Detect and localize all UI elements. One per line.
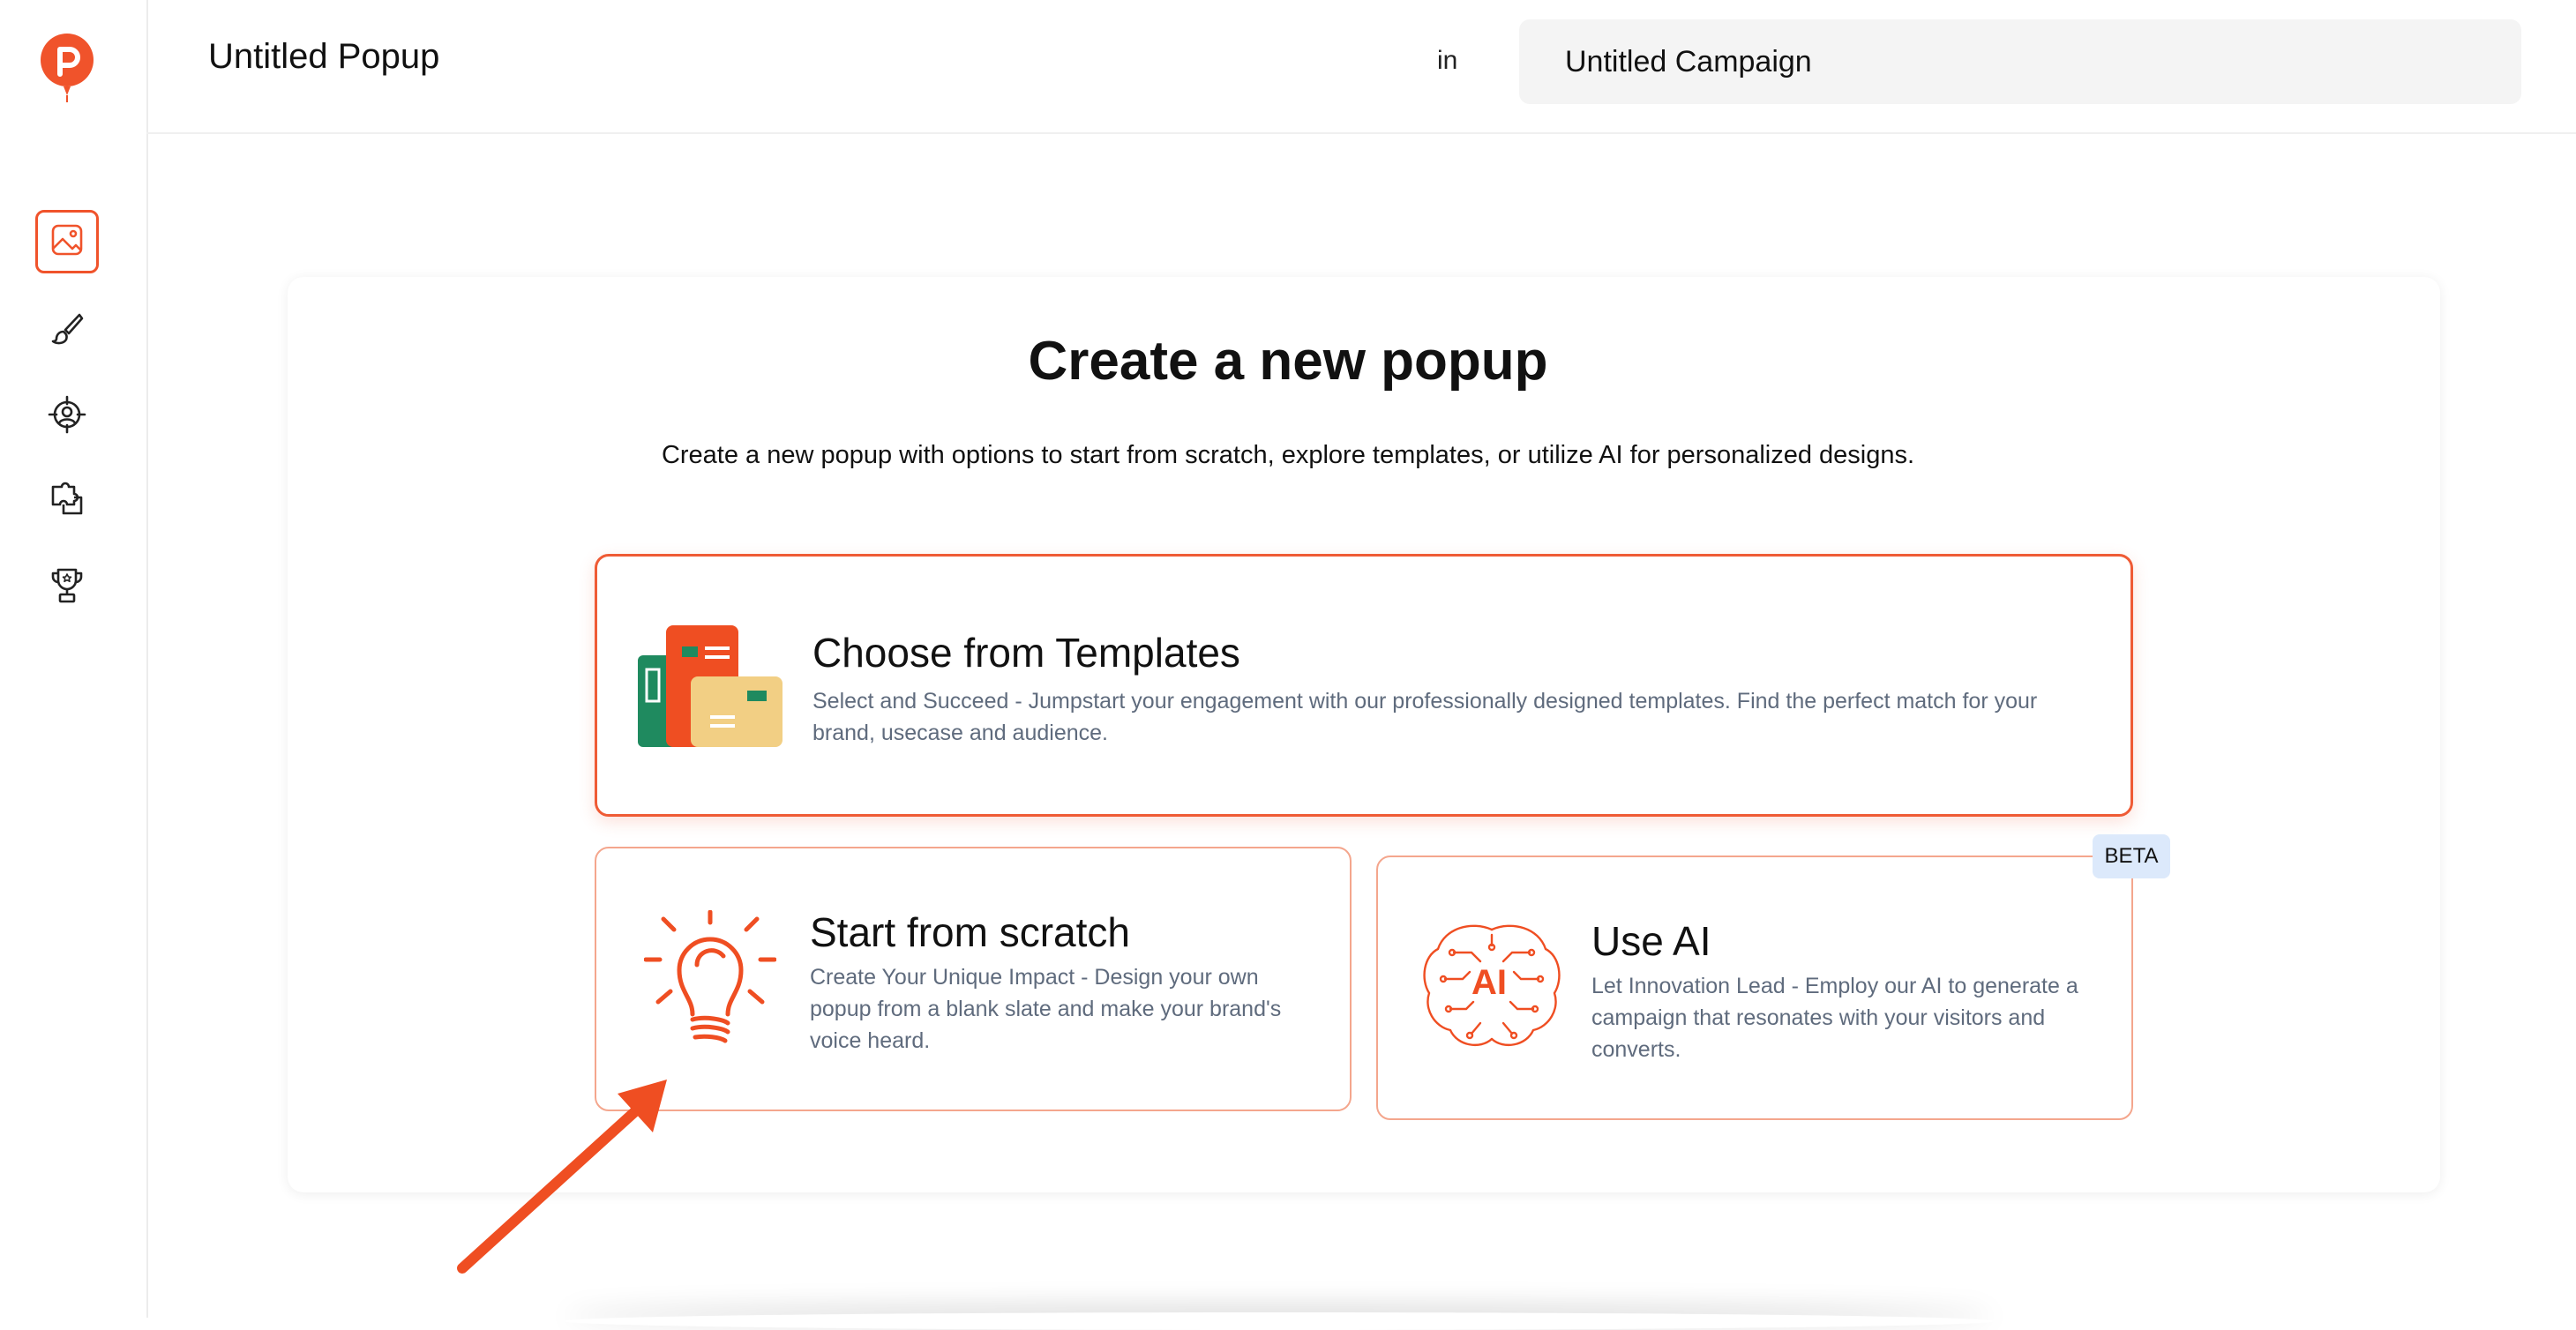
sidebar-item-integrations[interactable] [35,469,99,533]
sidebar-item-design[interactable] [35,210,99,273]
choose-templates-option[interactable]: Choose from Templates Select and Succeed… [595,554,2133,817]
in-label: in [1437,46,1458,75]
sidebar [0,0,148,1318]
templates-title: Choose from Templates [812,630,1240,676]
scratch-description-line1: Create Your Unique Impact - Design your … [810,965,1259,990]
use-ai-option[interactable]: AI Use AI Let Innovation Lead - Employ o… [1376,856,2133,1120]
annotation-arrow [457,1080,667,1274]
image-icon [49,222,85,262]
ai-icon-text: AI [1471,963,1507,1002]
page-subtitle: Create a new popup with options to start… [661,441,1915,469]
page-title: Create a new popup [1028,331,1548,392]
campaign-selector[interactable]: Untitled Campaign [1519,19,2521,104]
templates-description-line2: brand, usecase and audience. [812,721,1108,745]
ai-description-line1: Let Innovation Lead - Employ our AI to g… [1591,974,2078,998]
sidebar-item-goals[interactable] [35,556,99,619]
start-from-scratch-option[interactable]: Start from scratch Create Your Unique Im… [595,847,1352,1111]
campaign-name: Untitled Campaign [1565,44,1812,78]
top-header: Untitled Popup in Untitled Campaign [146,0,2576,134]
puzzle-icon [48,480,86,523]
beta-badge: BETA [2093,834,2170,878]
ai-description-line3: converts. [1591,1037,1681,1062]
popup-title[interactable]: Untitled Popup [208,37,439,77]
templates-icon [638,625,784,753]
scratch-title: Start from scratch [810,909,1130,955]
scratch-description-line3: voice heard. [810,1028,931,1053]
templates-description-line1: Select and Succeed - Jumpstart your enga… [812,689,2038,714]
app-logo[interactable] [37,30,97,104]
lightbulb-icon [643,909,777,1056]
trophy-icon [49,566,85,609]
ai-brain-icon: AI [1419,917,1565,1059]
target-user-icon [48,395,86,438]
scratch-description-line2: popup from a blank slate and make your b… [810,997,1282,1021]
ai-description-line2: campaign that resonates with your visito… [1591,1005,2046,1030]
ai-title: Use AI [1591,918,1711,964]
sidebar-item-targeting[interactable] [35,385,99,448]
bottom-panel-shadow [565,1312,1994,1330]
